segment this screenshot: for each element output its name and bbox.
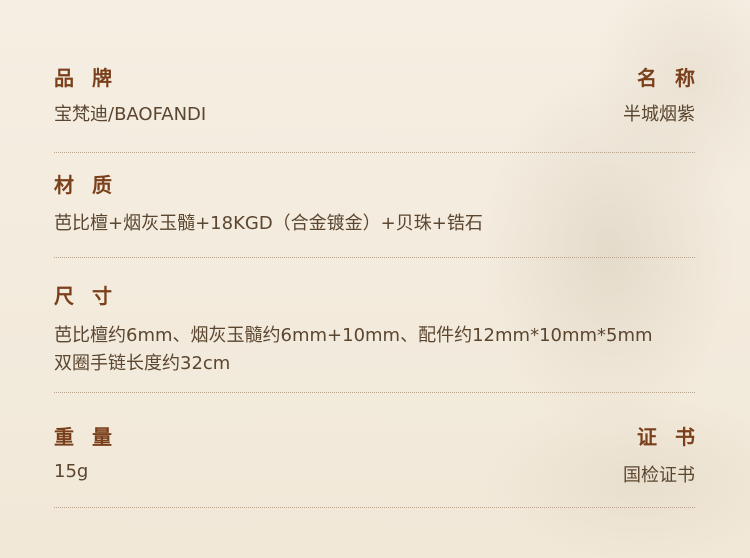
certificate-label: 证书 bbox=[637, 425, 713, 449]
divider bbox=[54, 507, 695, 508]
certificate-value: 国检证书 bbox=[623, 465, 695, 486]
spec-row-material: 材质 芭比檀+烟灰玉髓+18KGD（合金镀金）+贝珠+锆石 bbox=[54, 169, 695, 257]
divider bbox=[54, 257, 695, 258]
spec-row-size: 尺寸 芭比檀约6mm、烟灰玉髓约6mm+10mm、配件约12mm*10mm*5m… bbox=[54, 280, 695, 392]
brand-value: 宝梵迪/BAOFANDI bbox=[54, 104, 207, 125]
weight-label: 重量 bbox=[54, 425, 130, 449]
name-label: 名称 bbox=[637, 66, 713, 90]
name-value: 半城烟紫 bbox=[623, 104, 695, 125]
size-line-1: 芭比檀约6mm、烟灰玉髓约6mm+10mm、配件约12mm*10mm*5mm bbox=[54, 325, 653, 346]
material-label: 材质 bbox=[54, 173, 130, 197]
weight-value: 15g bbox=[54, 461, 89, 482]
spec-row-brand-name: 品牌 宝梵迪/BAOFANDI 名称 半城烟紫 bbox=[54, 62, 695, 152]
size-line-2: 双圈手链长度约32cm bbox=[54, 353, 231, 374]
material-value: 芭比檀+烟灰玉髓+18KGD（合金镀金）+贝珠+锆石 bbox=[54, 213, 483, 234]
divider bbox=[54, 152, 695, 153]
divider bbox=[54, 392, 695, 393]
size-label: 尺寸 bbox=[54, 284, 130, 308]
brand-label: 品牌 bbox=[54, 66, 130, 90]
spec-row-weight-certificate: 重量 15g 证书 国检证书 bbox=[54, 421, 695, 507]
product-spec-sheet: 品牌 宝梵迪/BAOFANDI 名称 半城烟紫 材质 芭比檀+烟灰玉髓+18KG… bbox=[54, 0, 695, 558]
